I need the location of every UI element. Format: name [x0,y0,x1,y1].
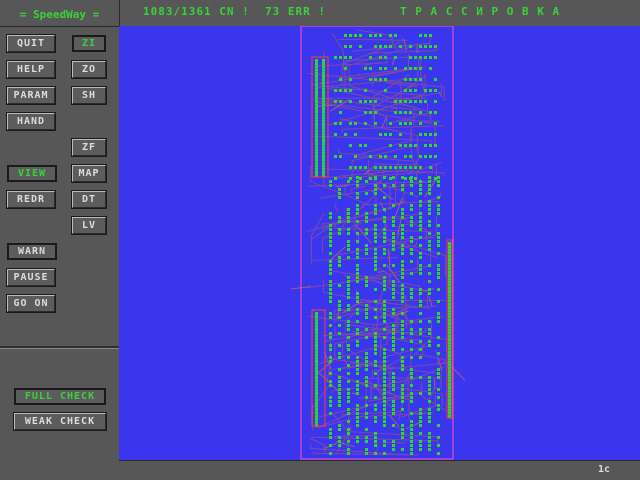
zoom-fit-button[interactable]: ZF [71,138,107,157]
hand-button[interactable]: HAND [6,112,56,131]
warn-button[interactable]: WARN [7,243,57,260]
tool-panel: = SpeedWay = QUIT ZI HELP ZO PARAM SH HA… [0,0,119,480]
divider [0,26,119,27]
quit-button[interactable]: QUIT [6,34,56,53]
dt-button[interactable]: DT [71,190,107,209]
app-title: = SpeedWay = [19,8,100,21]
zoom-out-button[interactable]: ZO [71,60,107,79]
pcb-canvas[interactable] [119,25,640,460]
redraw-button[interactable]: REDR [6,190,56,209]
full-check-button[interactable]: FULL CHECK [14,388,106,405]
lv-button[interactable]: LV [71,216,107,235]
connection-status: 1083/1361 CN ! 73 ERR ! [143,5,326,18]
map-button[interactable]: MAP [71,164,107,183]
bottom-bar: 1c [119,460,640,480]
param-button[interactable]: PARAM [6,86,56,105]
zoom-in-button[interactable]: ZI [72,35,106,52]
mode-label: Т Р А С С И Р О В К А [400,5,561,18]
pause-button[interactable]: PAUSE [6,268,56,287]
go-on-button[interactable]: GO ON [6,294,56,313]
divider [0,348,119,349]
view-button[interactable]: VIEW [7,165,57,182]
help-button[interactable]: HELP [6,60,56,79]
shift-button[interactable]: SH [71,86,107,105]
layer-indicator: 1c [597,464,610,475]
connector-left-bottom [311,309,326,427]
pcb-board-view [291,25,466,460]
pads [315,34,451,455]
weak-check-button[interactable]: WEAK CHECK [13,412,107,431]
